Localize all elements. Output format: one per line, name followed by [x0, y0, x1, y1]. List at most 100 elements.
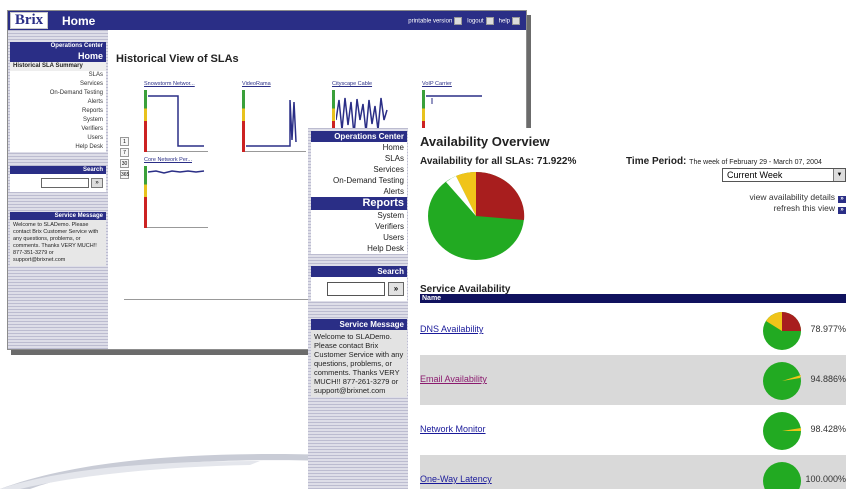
menu-item-slas[interactable]: SLAs: [311, 153, 407, 164]
chevron-down-icon: ▼: [833, 169, 845, 181]
sla-chart-core-network[interactable]: Core Network Per...: [144, 157, 208, 229]
help-label: help: [498, 18, 510, 25]
menu-item-reports[interactable]: Reports: [311, 197, 407, 210]
search-row: »: [311, 277, 407, 301]
main-content: Availability Overview Availability for a…: [420, 128, 846, 489]
sla-chart-label: VideoRama: [242, 81, 271, 87]
operations-center-header: Operations Center: [10, 42, 106, 50]
menu-item-services[interactable]: Services: [10, 80, 106, 89]
overall-availability-pie: [428, 171, 525, 260]
range-1-button[interactable]: 1: [120, 137, 129, 146]
service-link-one-way-latency[interactable]: One-Way Latency: [420, 474, 492, 484]
printable-version-link[interactable]: printable version: [408, 16, 463, 25]
search-go-button[interactable]: »: [388, 282, 404, 296]
operations-menu: Operations Center Home SLAs Services On-…: [311, 131, 407, 254]
sla-trend-line: [148, 95, 204, 147]
availability-percent: 98.428%: [810, 424, 846, 434]
menu-item-alerts[interactable]: Alerts: [10, 98, 106, 107]
menu-item-on-demand-testing[interactable]: On-Demand Testing: [10, 89, 106, 98]
view-details-label: view availability details: [749, 192, 835, 202]
availability-percent: 78.977%: [810, 324, 846, 334]
sla-chart-plot: [144, 166, 208, 228]
top-links: printable version logout help: [408, 16, 526, 25]
logout-link[interactable]: logout: [467, 16, 494, 25]
sla-chart-label: Core Network Per...: [144, 157, 192, 163]
time-period-select-value: Current Week: [727, 170, 783, 180]
operations-center-header: Operations Center: [311, 131, 407, 142]
range-30-button[interactable]: 30: [120, 159, 129, 168]
sla-chart-videorama[interactable]: VideoRama: [242, 81, 306, 153]
service-message-text: Welcome to SLADemo. Please contact Brix …: [311, 330, 407, 397]
menu-item-on-demand-testing[interactable]: On-Demand Testing: [311, 175, 407, 186]
status-bar: [144, 166, 147, 228]
menu-item-users[interactable]: Users: [10, 134, 106, 143]
close-icon: [485, 16, 494, 25]
operations-menu: Operations Center Home Historical SLA Su…: [10, 42, 106, 152]
search-input[interactable]: [327, 282, 385, 296]
availability-percent: 100.000%: [805, 474, 846, 484]
time-period-range: The week of February 29 - March 07, 2004: [689, 159, 822, 166]
network-monitor-pie: [763, 412, 802, 450]
sla-chart-label: VoIP Carrier: [422, 81, 452, 87]
sidebar: Operations Center Home SLAs Services On-…: [308, 128, 408, 489]
refresh-view-label: refresh this view: [773, 203, 835, 213]
table-row: One-Way Latency 100.000%: [420, 455, 846, 489]
menu-item-slas[interactable]: SLAs: [10, 71, 106, 80]
printable-version-label: printable version: [408, 18, 453, 25]
table-row: Network Monitor 98.428%: [420, 405, 846, 455]
service-message-box: Service Message Welcome to SLADemo. Plea…: [311, 319, 407, 397]
sla-chart-plot: [144, 90, 208, 152]
service-link-email[interactable]: Email Availability: [420, 374, 487, 384]
table-row: DNS Availability 78.977%: [420, 305, 846, 355]
sla-trend-line: [148, 170, 205, 174]
menu-item-help-desk[interactable]: Help Desk: [311, 243, 407, 254]
status-bar: [242, 90, 245, 152]
service-link-network-monitor[interactable]: Network Monitor: [420, 424, 486, 434]
menu-item-users[interactable]: Users: [311, 232, 407, 243]
menu-item-home[interactable]: Home: [311, 142, 407, 153]
page-heading: Home: [62, 13, 96, 28]
help-link[interactable]: help: [498, 16, 520, 25]
service-message-text: Welcome to SLADemo. Please contact Brix …: [10, 220, 106, 266]
service-message-header: Service Message: [311, 319, 407, 330]
time-range-selector: 1 7 30 365: [120, 137, 129, 179]
sidebar: Operations Center Home Historical SLA Su…: [8, 30, 108, 349]
search-header: Search: [311, 266, 407, 277]
time-period-select[interactable]: Current Week ▼: [722, 168, 846, 182]
page-title: Historical View of SLAs: [116, 53, 239, 65]
double-arrow-icon: »: [838, 207, 846, 214]
search-header: Search: [10, 166, 106, 174]
search-go-button[interactable]: »: [91, 178, 103, 188]
range-7-button[interactable]: 7: [120, 148, 129, 157]
search-input[interactable]: [41, 178, 89, 188]
menu-item-verifiers[interactable]: Verifiers: [10, 125, 106, 134]
brix-logo[interactable]: Brix: [10, 12, 48, 29]
dns-availability-pie: [763, 312, 801, 350]
overall-availability: Availability for all SLAs: 71.922%: [420, 156, 577, 167]
menu-item-system[interactable]: System: [10, 116, 106, 125]
menu-item-reports[interactable]: Reports: [10, 107, 106, 116]
table-row: Email Availability 94.886%: [420, 355, 846, 405]
menu-item-historical-sla-summary[interactable]: Historical SLA Summary: [10, 62, 106, 71]
help-icon: [512, 16, 520, 25]
sla-chart-plot: [242, 90, 306, 152]
menu-item-home[interactable]: Home: [10, 50, 106, 62]
top-bar: Brix Home printable version logout help: [8, 11, 526, 30]
menu-item-verifiers[interactable]: Verifiers: [311, 221, 407, 232]
search-row: »: [10, 174, 106, 192]
menu-item-alerts[interactable]: Alerts: [311, 186, 407, 197]
menu-item-system[interactable]: System: [311, 210, 407, 221]
menu-item-help-desk[interactable]: Help Desk: [10, 143, 106, 152]
service-message-box: Service Message Welcome to SLADemo. Plea…: [10, 212, 106, 266]
view-details-link[interactable]: view availability details»: [749, 192, 846, 203]
search-box: Search »: [10, 166, 106, 192]
refresh-view-link[interactable]: refresh this view»: [774, 203, 846, 214]
sla-chart-label: Snowstorm Networ...: [144, 81, 195, 87]
printer-icon: [454, 16, 463, 25]
service-link-dns[interactable]: DNS Availability: [420, 324, 483, 334]
email-availability-pie: [763, 362, 801, 400]
sla-chart-snowstorm[interactable]: Snowstorm Networ...: [144, 81, 208, 153]
range-365-button[interactable]: 365: [120, 170, 129, 179]
menu-item-services[interactable]: Services: [311, 164, 407, 175]
table-header-name: Name: [420, 294, 846, 303]
